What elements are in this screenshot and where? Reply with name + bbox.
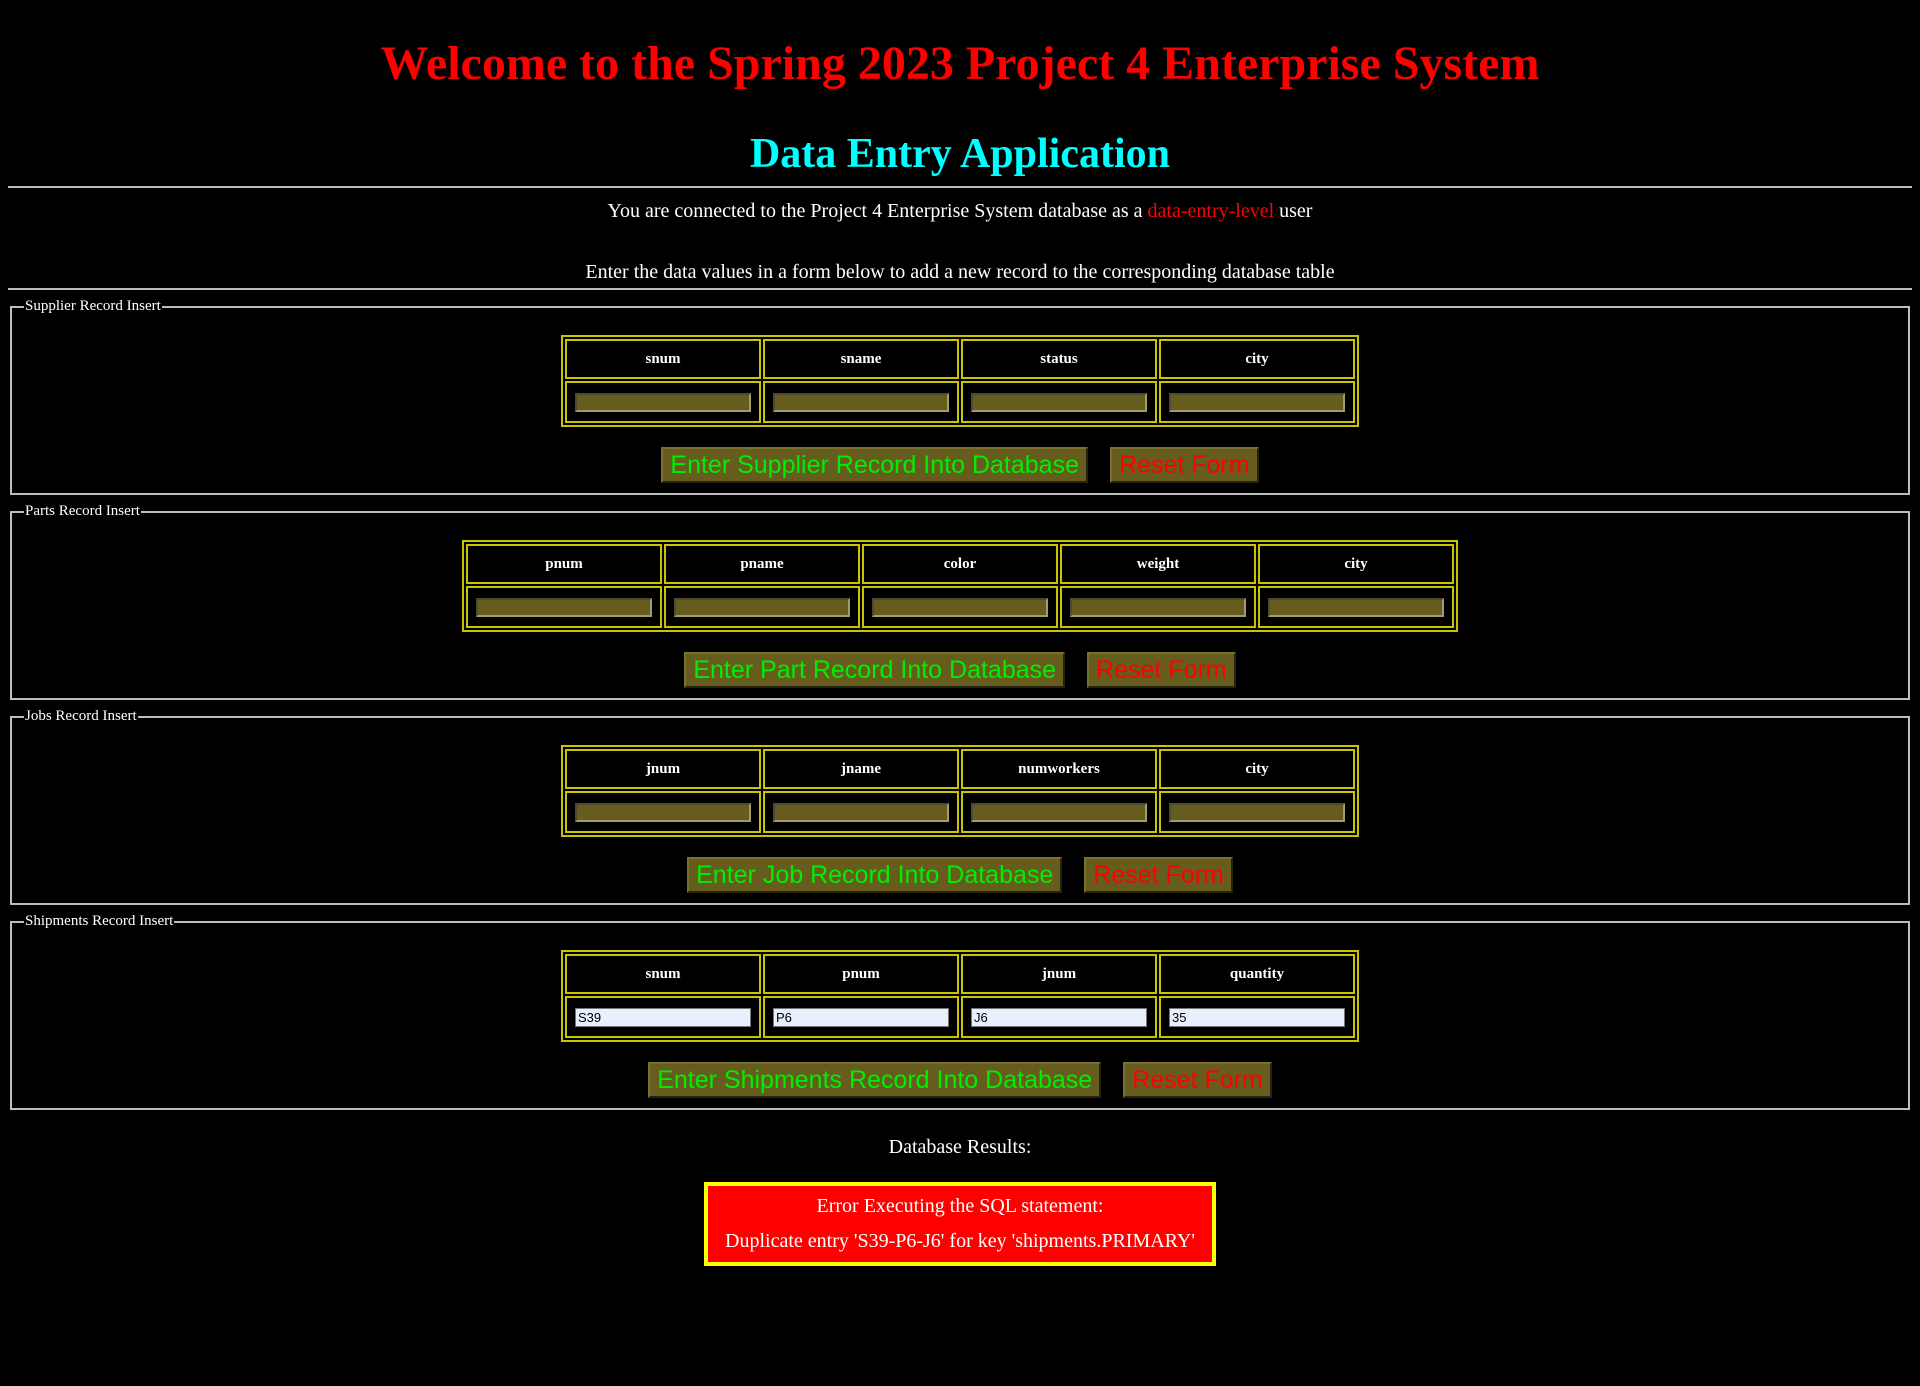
parts-table: pnum pname color weight city — [462, 540, 1458, 632]
shipments-column-header: quantity — [1159, 954, 1355, 994]
supplier-cell — [565, 381, 761, 423]
parts-submit-button[interactable]: Enter Part Record Into Database — [684, 652, 1066, 688]
shipments-column-header: pnum — [763, 954, 959, 994]
connection-status: You are connected to the Project 4 Enter… — [0, 188, 1920, 234]
jobs-cell — [961, 791, 1157, 833]
parts-column-header: city — [1258, 544, 1454, 584]
supplier-snum-input[interactable] — [575, 392, 751, 412]
shipments-cell — [763, 996, 959, 1038]
parts-cell — [862, 586, 1058, 628]
shipments-column-header: jnum — [961, 954, 1157, 994]
supplier-sname-input[interactable] — [773, 392, 949, 412]
shipments-table: snum pnum jnum quantity — [561, 950, 1359, 1042]
supplier-cell — [763, 381, 959, 423]
jobs-cell — [565, 791, 761, 833]
database-results-label: Database Results: — [888, 1136, 1032, 1158]
supplier-table: snum sname status city — [561, 335, 1359, 427]
jobs-column-header: jname — [763, 749, 959, 789]
supplier-city-input[interactable] — [1169, 392, 1345, 412]
jobs-jname-input[interactable] — [773, 802, 949, 822]
error-message-detail: Duplicate entry 'S39-P6-J6' for key 'shi… — [725, 1230, 1195, 1252]
jobs-reset-button[interactable]: Reset Form — [1084, 857, 1233, 893]
shipments-cell — [565, 996, 761, 1038]
supplier-column-header: city — [1159, 339, 1355, 379]
jobs-column-header: jnum — [565, 749, 761, 789]
jobs-column-header: city — [1159, 749, 1355, 789]
page-subtitle: Data Entry Application — [749, 131, 1171, 177]
jobs-cell — [763, 791, 959, 833]
parts-form-legend: Parts Record Insert — [25, 503, 140, 519]
jobs-cell — [1159, 791, 1355, 833]
connection-prefix: You are connected to the Project 4 Enter… — [607, 200, 1143, 222]
parts-cell — [664, 586, 860, 628]
shipments-form: Shipments Record Insert snum pnum jnum q… — [10, 913, 1910, 1110]
supplier-column-header: status — [961, 339, 1157, 379]
shipments-jnum-input[interactable] — [971, 1007, 1147, 1027]
supplier-reset-button[interactable]: Reset Form — [1109, 447, 1259, 483]
parts-column-header: pnum — [466, 544, 662, 584]
parts-form: Parts Record Insert pnum pname color wei… — [10, 503, 1910, 700]
shipments-quantity-input[interactable] — [1169, 1007, 1345, 1027]
supplier-cell — [1159, 381, 1355, 423]
jobs-column-header: numworkers — [961, 749, 1157, 789]
user-role: data-entry-level — [1147, 200, 1275, 222]
jobs-numworkers-input[interactable] — [971, 802, 1147, 822]
supplier-submit-button[interactable]: Enter Supplier Record Into Database — [661, 447, 1088, 483]
supplier-column-header: snum — [565, 339, 761, 379]
parts-cell — [466, 586, 662, 628]
parts-color-input[interactable] — [872, 597, 1048, 617]
shipments-snum-input[interactable] — [575, 1007, 751, 1027]
supplier-column-header: sname — [763, 339, 959, 379]
shipments-form-legend: Shipments Record Insert — [25, 913, 174, 929]
parts-pname-input[interactable] — [674, 597, 850, 617]
supplier-cell — [961, 381, 1157, 423]
parts-reset-button[interactable]: Reset Form — [1087, 652, 1236, 688]
parts-column-header: pname — [664, 544, 860, 584]
shipments-pnum-input[interactable] — [773, 1007, 949, 1027]
parts-column-header: color — [862, 544, 1058, 584]
instructions-divider — [8, 288, 1912, 290]
parts-weight-input[interactable] — [1070, 597, 1246, 617]
parts-pnum-input[interactable] — [476, 597, 652, 617]
supplier-status-input[interactable] — [971, 392, 1147, 412]
shipments-submit-button[interactable]: Enter Shipments Record Into Database — [648, 1062, 1102, 1098]
jobs-table: jnum jname numworkers city — [561, 745, 1359, 837]
connection-suffix: user — [1279, 200, 1313, 222]
error-message-title: Error Executing the SQL statement: — [816, 1195, 1104, 1217]
supplier-form-legend: Supplier Record Insert — [25, 298, 161, 314]
parts-cell — [1258, 586, 1454, 628]
page-title: Welcome to the Spring 2023 Project 4 Ent… — [380, 37, 1540, 90]
shipments-cell — [1159, 996, 1355, 1038]
parts-column-header: weight — [1060, 544, 1256, 584]
parts-city-input[interactable] — [1268, 597, 1444, 617]
shipments-column-header: snum — [565, 954, 761, 994]
shipments-reset-button[interactable]: Reset Form — [1123, 1062, 1272, 1098]
error-message-box: Error Executing the SQL statement: Dupli… — [704, 1182, 1216, 1266]
jobs-form: Jobs Record Insert jnum jname numworkers… — [10, 708, 1910, 905]
jobs-city-input[interactable] — [1169, 802, 1345, 822]
jobs-jnum-input[interactable] — [575, 802, 751, 822]
jobs-submit-button[interactable]: Enter Job Record Into Database — [687, 857, 1063, 893]
shipments-cell — [961, 996, 1157, 1038]
supplier-form: Supplier Record Insert snum sname status… — [10, 298, 1910, 495]
instructions-text: Enter the data values in a form below to… — [585, 261, 1335, 283]
parts-cell — [1060, 586, 1256, 628]
jobs-form-legend: Jobs Record Insert — [25, 708, 137, 724]
